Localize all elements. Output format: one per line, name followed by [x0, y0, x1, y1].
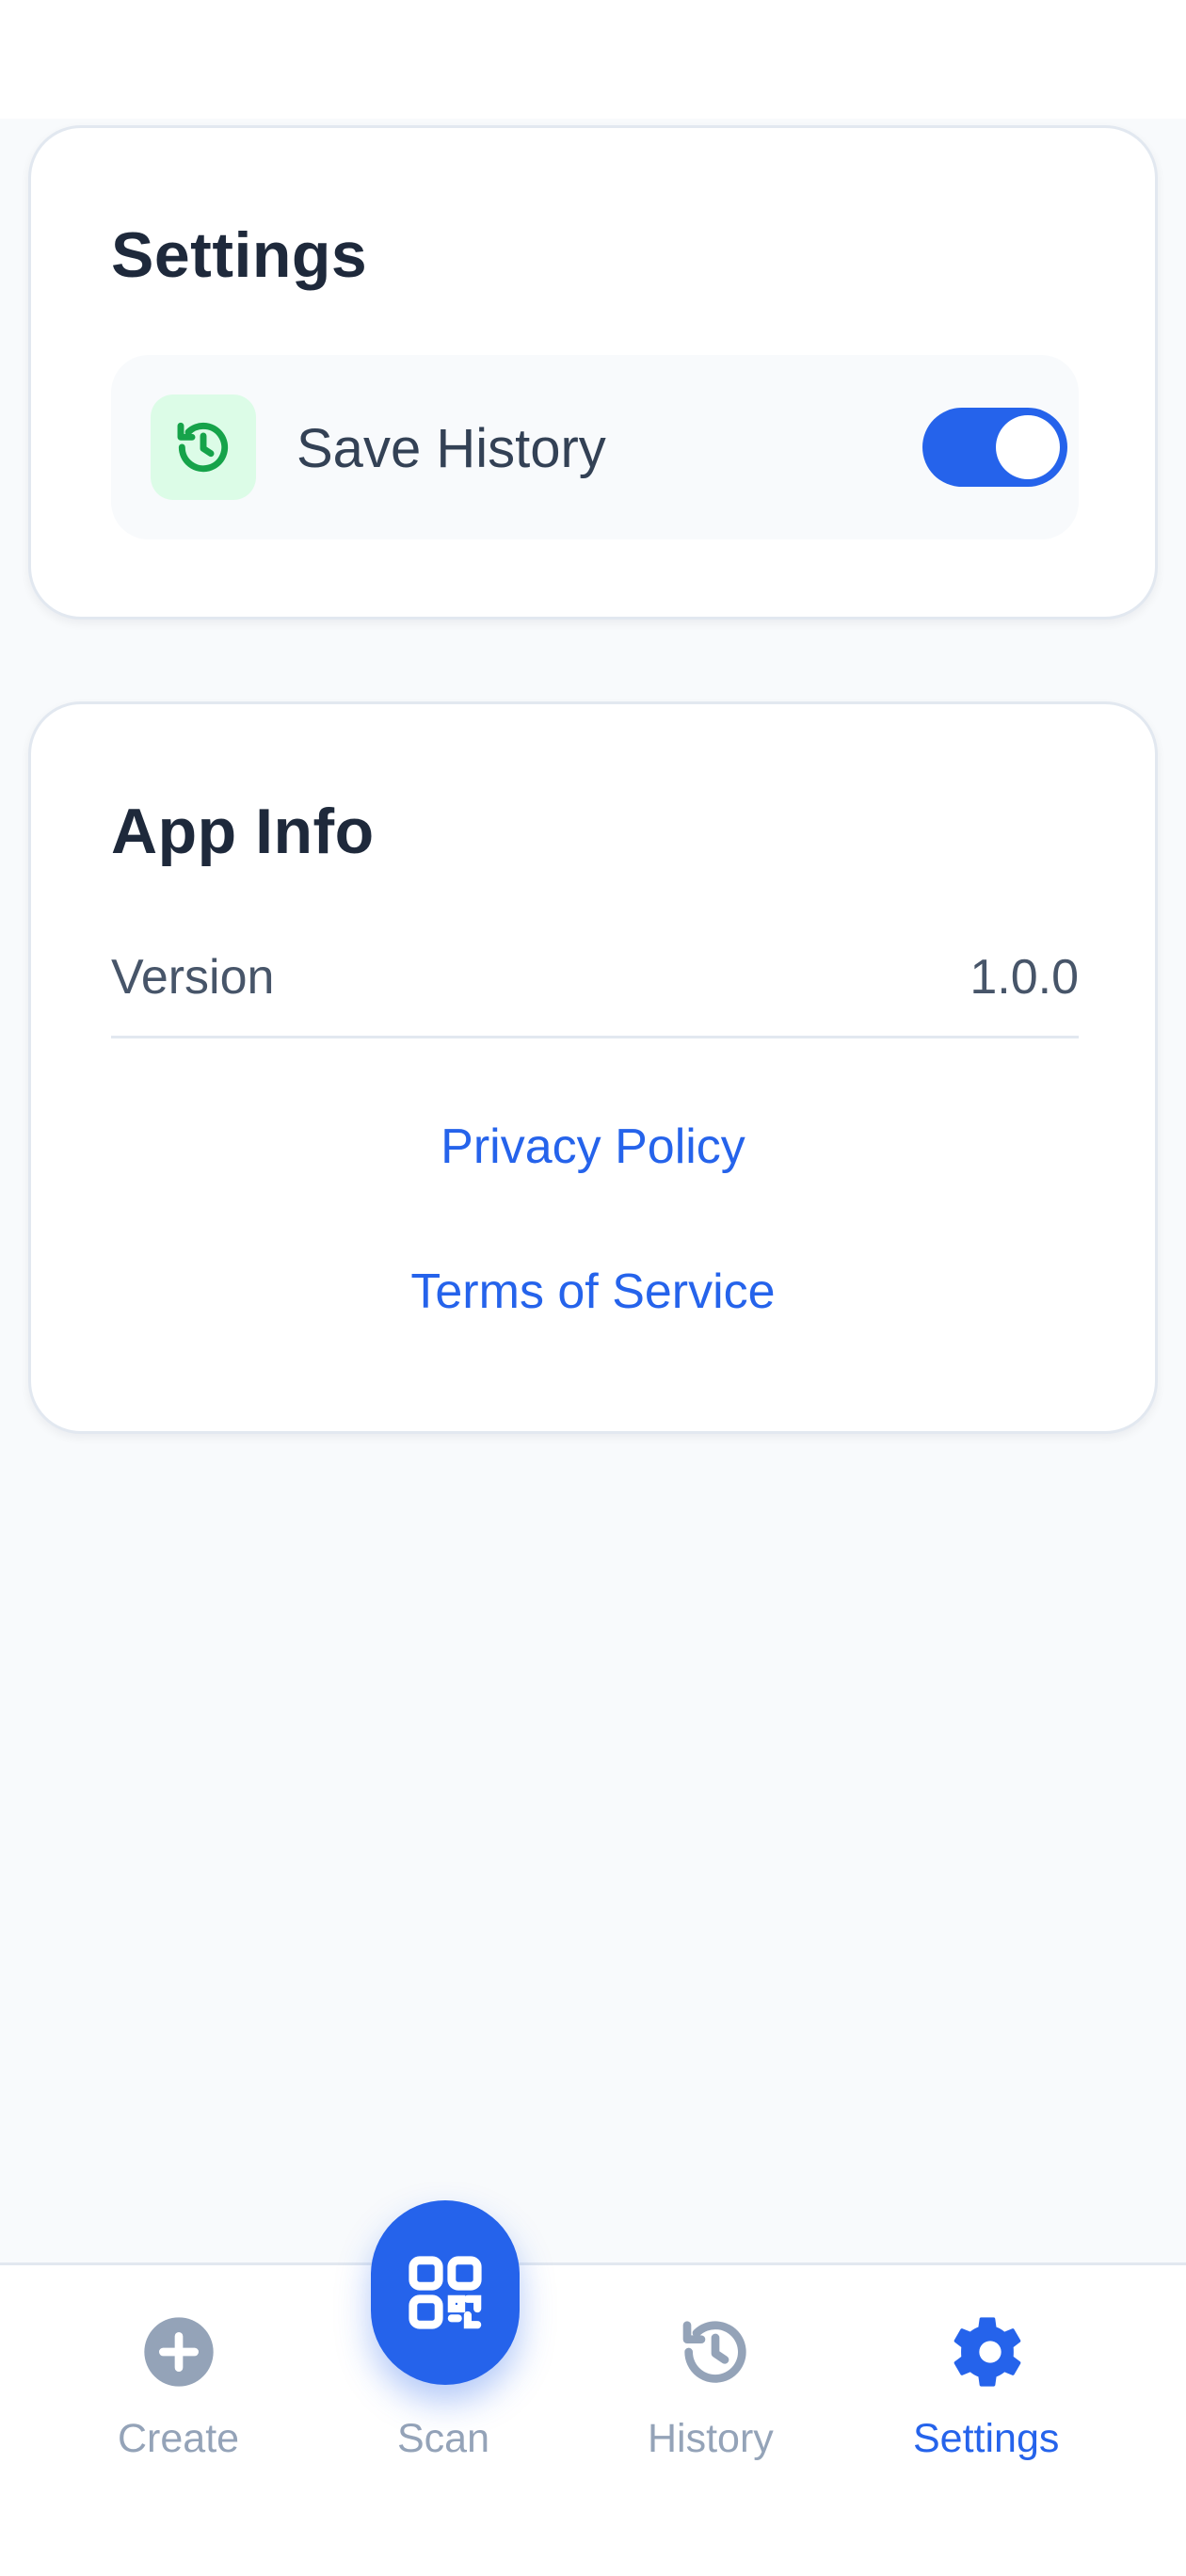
app-info-card: App Info Version 1.0.0 Privacy Policy Te… [28, 701, 1158, 1434]
gear-icon [954, 2317, 1021, 2387]
save-history-row[interactable]: Save History [111, 355, 1079, 539]
settings-card: Settings Save History [28, 125, 1158, 620]
history-icon [151, 394, 256, 500]
version-row: Version 1.0.0 [111, 930, 1079, 1024]
qr-code-icon [409, 2256, 482, 2329]
plus-circle-icon [144, 2317, 214, 2387]
nav-settings-label: Settings [913, 2416, 1060, 2461]
nav-settings[interactable]: Settings [885, 2265, 1092, 2491]
app-info-title: App Info [111, 796, 375, 867]
divider [111, 1036, 1079, 1038]
status-bar [0, 0, 1186, 119]
save-history-toggle[interactable] [922, 408, 1067, 487]
nav-history[interactable]: History [640, 2265, 791, 2491]
scan-button[interactable] [371, 2200, 520, 2385]
nav-scan-label: Scan [397, 2416, 490, 2461]
save-history-label: Save History [296, 418, 606, 479]
history-icon [682, 2321, 746, 2383]
nav-create-label: Create [118, 2416, 240, 2461]
bottom-nav: Create Scan History Settings [0, 2262, 1186, 2576]
nav-create[interactable]: Create [104, 2265, 254, 2491]
settings-title: Settings [111, 219, 368, 291]
privacy-policy-link[interactable]: Privacy Policy [31, 1119, 1155, 1175]
version-label: Version [111, 950, 275, 1005]
version-value: 1.0.0 [970, 950, 1079, 1005]
terms-of-service-link[interactable]: Terms of Service [31, 1264, 1155, 1320]
toggle-knob [996, 415, 1060, 479]
nav-history-label: History [648, 2416, 774, 2461]
